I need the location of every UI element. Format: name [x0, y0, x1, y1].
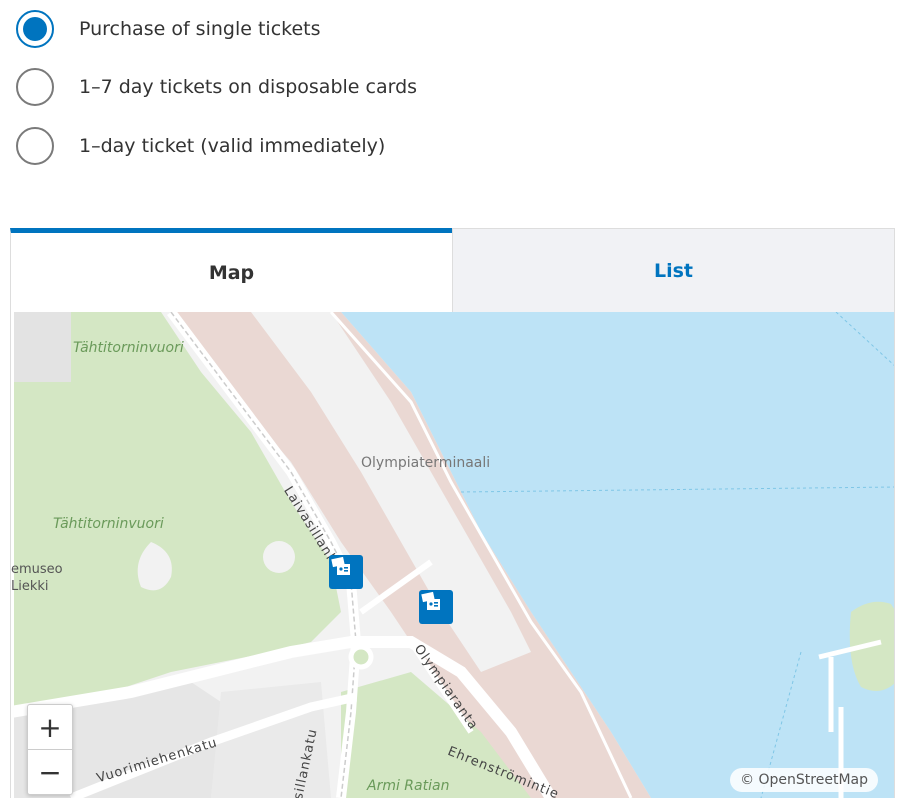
ticket-option-single[interactable]: Purchase of single tickets	[16, 8, 321, 50]
map-label-park: Tähtitorninvuori	[73, 340, 184, 356]
ticket-machine-icon[interactable]	[419, 590, 453, 624]
tab-list[interactable]: List	[452, 228, 895, 312]
map-label-park: Tähtitorninvuori	[53, 516, 164, 532]
radio-button-selected[interactable]	[16, 10, 54, 48]
ticket-machine-icon[interactable]	[329, 555, 363, 589]
view-tabs: Map List	[10, 228, 895, 312]
ticket-option-1-7-day[interactable]: 1–7 day tickets on disposable cards	[16, 66, 417, 108]
map-label-museum: emuseo	[11, 562, 63, 577]
zoom-out-button[interactable]: −	[28, 749, 72, 794]
map-view[interactable]: Tähtitorninvuori Tähtitorninvuori Olympi…	[10, 312, 895, 798]
map-attribution[interactable]: © OpenStreetMap	[730, 768, 878, 792]
zoom-in-button[interactable]: +	[28, 705, 72, 749]
radio-button[interactable]	[16, 127, 54, 165]
ticket-option-1-day[interactable]: 1–day ticket (valid immediately)	[16, 125, 385, 167]
radio-button[interactable]	[16, 68, 54, 106]
ticket-option-label: Purchase of single tickets	[79, 18, 321, 40]
ticket-option-label: 1–7 day tickets on disposable cards	[79, 76, 418, 98]
ticket-option-label: 1–day ticket (valid immediately)	[79, 135, 386, 157]
radio-dot	[23, 17, 47, 41]
map-label-park: Armi Ratian	[367, 778, 450, 794]
tab-map[interactable]: Map	[10, 228, 452, 312]
map-canvas[interactable]	[11, 312, 895, 798]
map-label-museum: Liekki	[11, 579, 49, 594]
map-label-terminal: Olympiaterminaali	[361, 455, 491, 471]
zoom-control: + −	[27, 704, 73, 795]
